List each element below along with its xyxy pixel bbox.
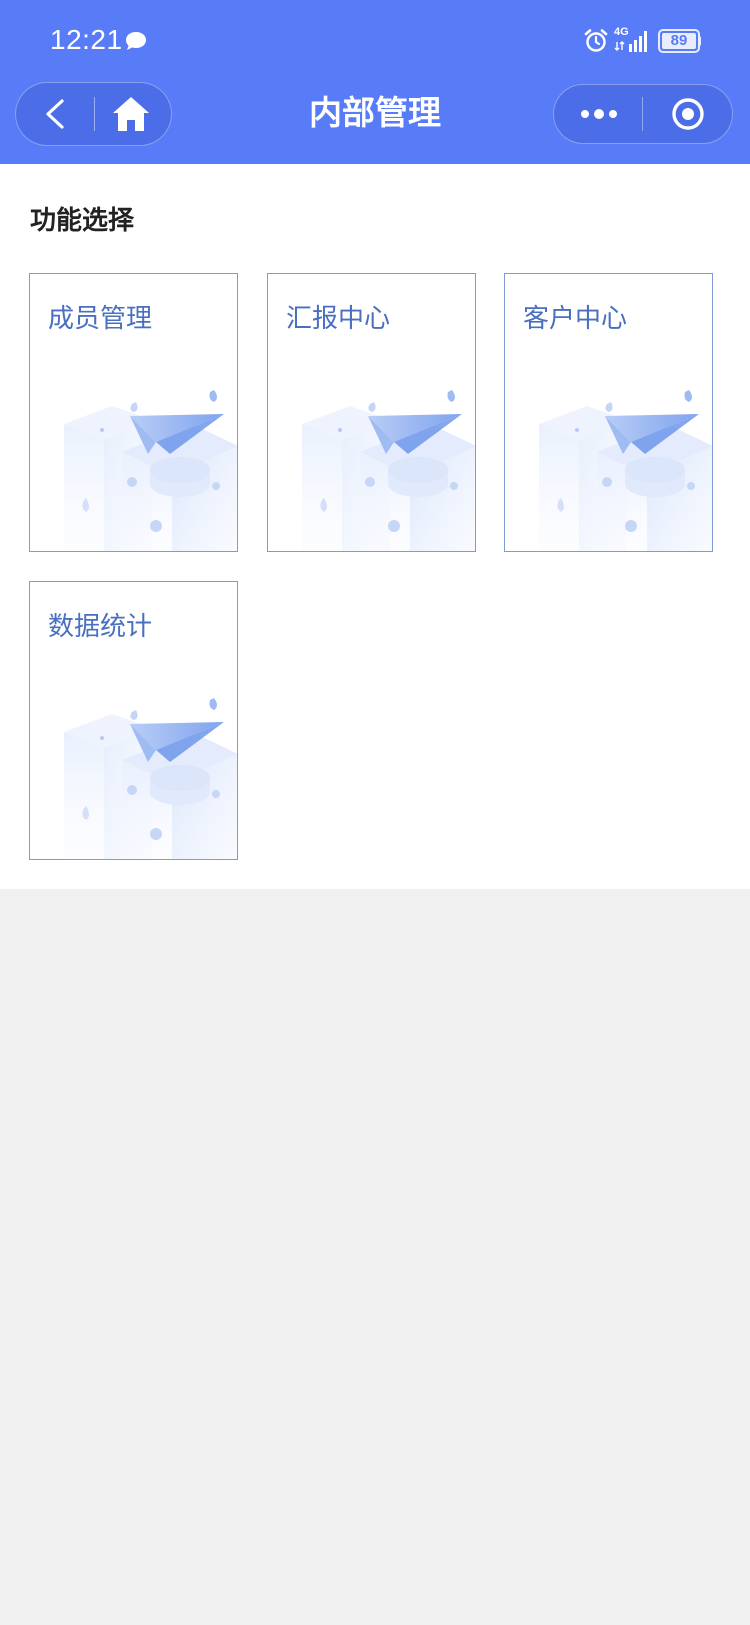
card-label: 汇报中心 [286, 304, 391, 334]
battery-icon: 89 [658, 29, 700, 53]
card-label: 成员管理 [48, 304, 153, 334]
battery-tip [698, 36, 701, 46]
status-time: 12:21 [50, 24, 123, 55]
card-member-management[interactable]: 成员管理 [29, 273, 238, 552]
nav-left-capsule [15, 82, 172, 146]
mini-program-capsule [553, 84, 733, 144]
card-data-statistics[interactable]: 数据统计 [29, 581, 238, 860]
target-circle-icon [672, 98, 704, 130]
paper-plane-illustration [290, 384, 476, 552]
home-icon [113, 97, 149, 131]
close-button[interactable] [643, 85, 733, 143]
paper-plane-illustration [527, 384, 713, 552]
status-bar: 12:21 4G 89 [0, 0, 750, 82]
paper-plane-illustration [52, 692, 238, 860]
empty-background [0, 889, 750, 1625]
app-header: 12:21 4G 89 内部管理 [0, 0, 750, 164]
chat-bubble-icon [124, 30, 148, 52]
page-title: 内部管理 [309, 93, 441, 132]
card-label: 客户中心 [523, 304, 628, 334]
card-label: 数据统计 [48, 612, 153, 642]
chevron-left-icon [46, 99, 64, 129]
signal-icon: 4G [614, 26, 654, 54]
alarm-icon [583, 28, 609, 54]
section-title: 功能选择 [30, 206, 135, 236]
more-button[interactable] [554, 85, 642, 143]
back-button[interactable] [16, 83, 94, 145]
more-dots-icon [581, 109, 617, 119]
function-panel: 功能选择 成员管理 汇报中心 客户中心 数据统计 [0, 164, 750, 889]
battery-level: 89 [662, 33, 696, 49]
card-customer-center[interactable]: 客户中心 [504, 273, 713, 552]
card-report-center[interactable]: 汇报中心 [267, 273, 476, 552]
paper-plane-illustration [52, 384, 238, 552]
home-button[interactable] [95, 83, 172, 145]
